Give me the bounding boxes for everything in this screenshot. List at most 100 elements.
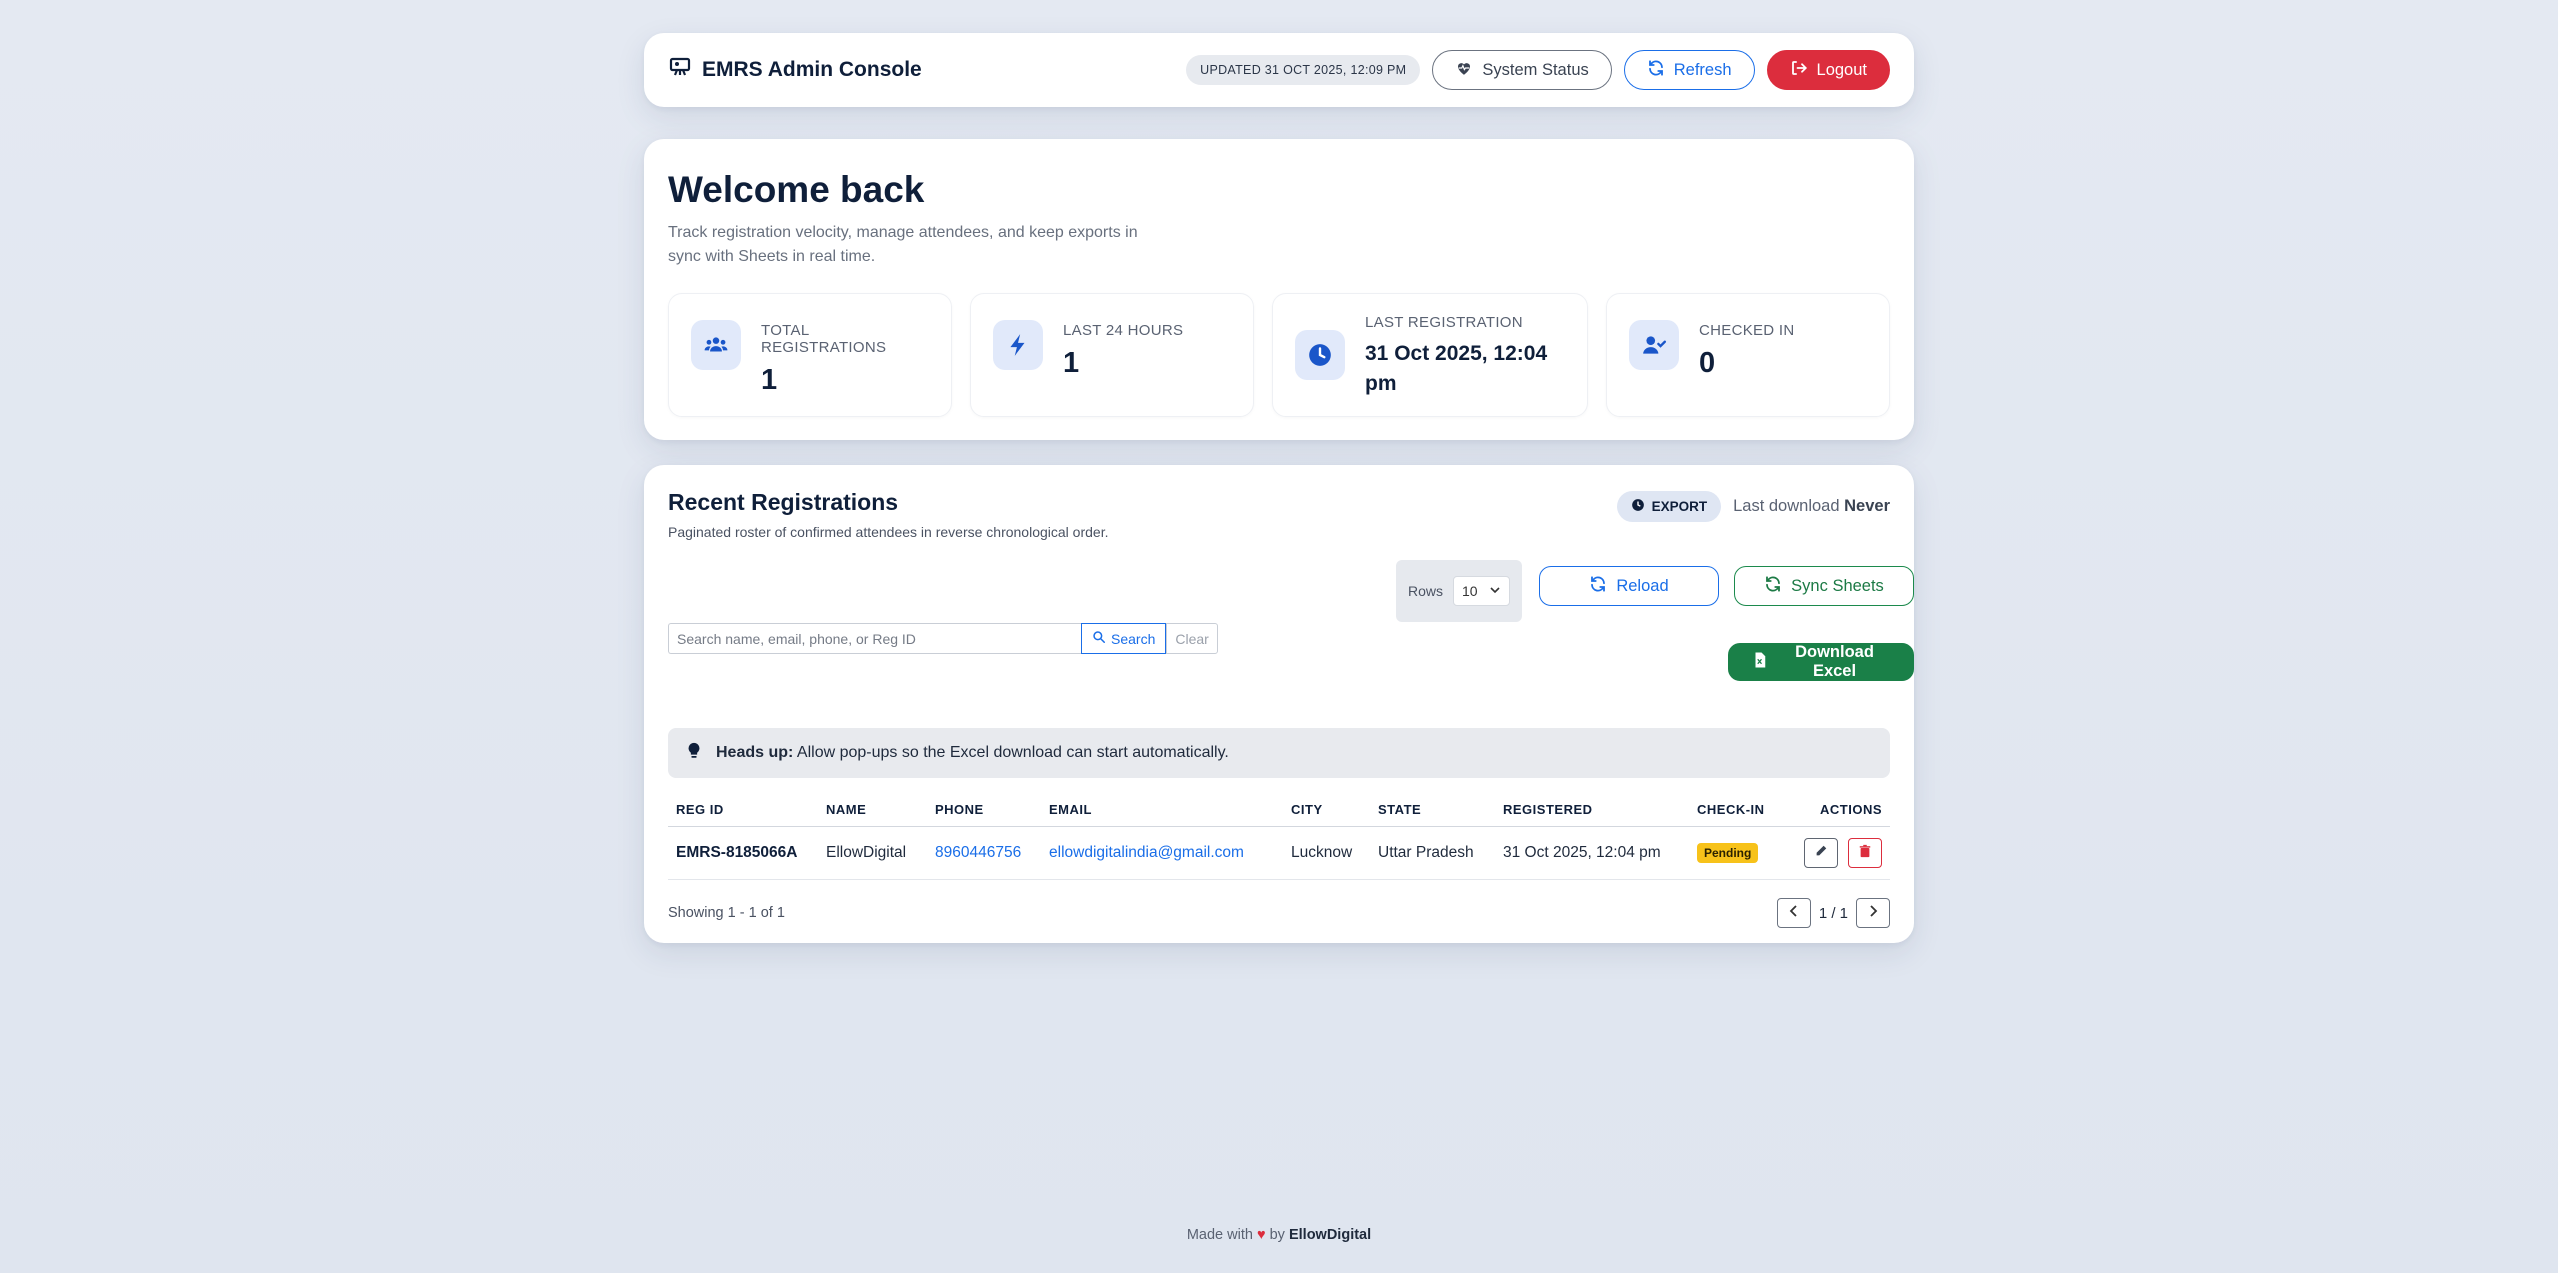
- column-header: EMAIL: [1041, 796, 1283, 827]
- search-button[interactable]: Search: [1081, 623, 1167, 654]
- brand-title: EMRS Admin Console: [702, 58, 922, 81]
- phone-link[interactable]: 8960446756: [935, 844, 1021, 861]
- stat-label: LAST 24 HOURS: [1063, 322, 1184, 339]
- cell-phone: 8960446756: [927, 826, 1041, 880]
- trash-icon: [1858, 844, 1872, 863]
- cell-checkin: Pending: [1689, 826, 1793, 880]
- heart-icon: ♥: [1256, 1227, 1266, 1243]
- chevron-down-icon: [1489, 583, 1501, 599]
- cell-reg-id: EMRS-8185066A: [668, 826, 818, 880]
- stat-total-registrations: TOTAL REGISTRATIONS 1: [668, 293, 952, 417]
- stat-value: 1: [761, 364, 778, 396]
- sync-icon: [1764, 575, 1782, 598]
- stat-label: CHECKED IN: [1699, 322, 1795, 339]
- registrations-header: Recent Registrations Paginated roster of…: [668, 489, 1890, 540]
- author-name: EllowDigital: [1288, 1227, 1372, 1243]
- delete-button[interactable]: [1848, 838, 1882, 868]
- system-status-button[interactable]: System Status: [1432, 50, 1612, 90]
- rows-select[interactable]: 10: [1453, 576, 1510, 606]
- page-title: Welcome back: [668, 169, 925, 210]
- next-page-button[interactable]: [1856, 898, 1890, 928]
- headsup-bold: Heads up:: [716, 744, 794, 761]
- registrations-card: Recent Registrations Paginated roster of…: [644, 465, 1914, 943]
- welcome-card: Welcome back Track registration velocity…: [644, 139, 1914, 440]
- search-label: Search: [1111, 630, 1156, 647]
- column-header: STATE: [1370, 796, 1495, 827]
- pagination: 1 / 1: [1776, 898, 1890, 928]
- welcome-subtitle: Track registration velocity, manage atte…: [668, 224, 1138, 265]
- rows-label: Rows: [1408, 583, 1444, 599]
- top-bar: EMRS Admin Console UPDATED 31 OCT 2025, …: [644, 33, 1914, 107]
- column-header: NAME: [818, 796, 927, 827]
- headsup-message: Allow pop-ups so the Excel download can …: [793, 744, 1229, 761]
- table-header-row: REG ID NAME PHONE EMAIL CITY STATE REGIS…: [668, 796, 1890, 827]
- clear-button[interactable]: Clear: [1166, 623, 1218, 654]
- cell-actions: [1793, 826, 1890, 880]
- headsup-alert: Heads up: Allow pop-ups so the Excel dow…: [668, 728, 1890, 778]
- user-check-icon: [1629, 320, 1679, 370]
- column-header: CITY: [1283, 796, 1370, 827]
- cell-state: Uttar Pradesh: [1370, 826, 1495, 880]
- rows-per-page: Rows 10: [1396, 560, 1522, 622]
- table-controls: Search Clear Rows 10 Reload Sync Sheets …: [668, 540, 1914, 700]
- updated-badge: UPDATED 31 OCT 2025, 12:09 PM: [1186, 55, 1421, 85]
- history-icon: [1631, 498, 1645, 515]
- stat-last-24-hours: LAST 24 HOURS 1: [970, 293, 1254, 417]
- download-label: Download Excel: [1795, 643, 1874, 680]
- download-excel-button[interactable]: Download Excel: [1728, 643, 1914, 681]
- refresh-icon: [1589, 575, 1607, 598]
- by-text: by: [1269, 1227, 1285, 1243]
- reload-label: Reload: [1616, 576, 1669, 595]
- table-footer: Showing 1 - 1 of 1 1 / 1: [668, 898, 1890, 928]
- logout-label: Logout: [1816, 60, 1867, 79]
- cell-city: Lucknow: [1283, 826, 1370, 880]
- rows-value: 10: [1462, 583, 1478, 599]
- heart-pulse-icon: [1455, 59, 1473, 82]
- reload-button[interactable]: Reload: [1539, 566, 1719, 606]
- stat-label: TOTAL REGISTRATIONS: [761, 322, 887, 356]
- stat-last-registration: LAST REGISTRATION 31 Oct 2025, 12:04 pm: [1272, 293, 1588, 417]
- chevron-right-icon: [1867, 904, 1879, 922]
- stat-value: 1: [1063, 347, 1080, 379]
- users-icon: [691, 320, 741, 370]
- file-excel-icon: [1751, 651, 1769, 674]
- export-badge: EXPORT: [1616, 491, 1722, 522]
- table-row: EMRS-8185066A EllowDigital 8960446756 el…: [668, 826, 1890, 880]
- showing-count: Showing 1 - 1 of 1: [668, 905, 785, 921]
- page-indicator: 1 / 1: [1818, 904, 1848, 922]
- export-status: EXPORT Last download Never: [1616, 491, 1890, 522]
- logout-icon: [1790, 59, 1808, 82]
- bolt-icon: [993, 320, 1043, 370]
- export-label: EXPORT: [1651, 499, 1708, 514]
- cell-email: ellowdigitalindia@gmail.com: [1041, 826, 1283, 880]
- column-header: REG ID: [668, 796, 818, 827]
- column-header: CHECK-IN: [1689, 796, 1793, 827]
- search-icon: [1092, 630, 1106, 647]
- registrations-title: Recent Registrations: [668, 489, 899, 515]
- chalkboard-icon: [668, 55, 692, 85]
- registrations-table: REG ID NAME PHONE EMAIL CITY STATE REGIS…: [668, 796, 1890, 880]
- brand: EMRS Admin Console: [668, 55, 922, 85]
- sync-sheets-button[interactable]: Sync Sheets: [1734, 566, 1914, 606]
- system-status-label: System Status: [1482, 60, 1589, 79]
- headsup-text: Heads up: Allow pop-ups so the Excel dow…: [716, 744, 1229, 762]
- cell-name: EllowDigital: [818, 826, 927, 880]
- column-header: PHONE: [927, 796, 1041, 827]
- refresh-button[interactable]: Refresh: [1623, 50, 1755, 90]
- clock-icon: [1295, 330, 1345, 380]
- stat-checked-in: CHECKED IN 0: [1606, 293, 1890, 417]
- logout-button[interactable]: Logout: [1766, 50, 1890, 90]
- search-input[interactable]: [668, 623, 1081, 654]
- registrations-subtitle: Paginated roster of confirmed attendees …: [668, 524, 1109, 540]
- top-actions: UPDATED 31 OCT 2025, 12:09 PM System Sta…: [1186, 50, 1890, 90]
- prev-page-button[interactable]: [1776, 898, 1811, 928]
- search-group: Search Clear: [668, 623, 1218, 654]
- refresh-label: Refresh: [1673, 60, 1732, 79]
- footer-credit: Made with ♥ by EllowDigital: [0, 1227, 2558, 1243]
- column-header: ACTIONS: [1793, 796, 1890, 827]
- status-badge: Pending: [1697, 843, 1759, 863]
- edit-button[interactable]: [1804, 838, 1838, 868]
- email-link[interactable]: ellowdigitalindia@gmail.com: [1049, 844, 1244, 861]
- stats-row: TOTAL REGISTRATIONS 1 LAST 24 HOURS 1 LA…: [668, 293, 1890, 417]
- pencil-icon: [1814, 844, 1828, 863]
